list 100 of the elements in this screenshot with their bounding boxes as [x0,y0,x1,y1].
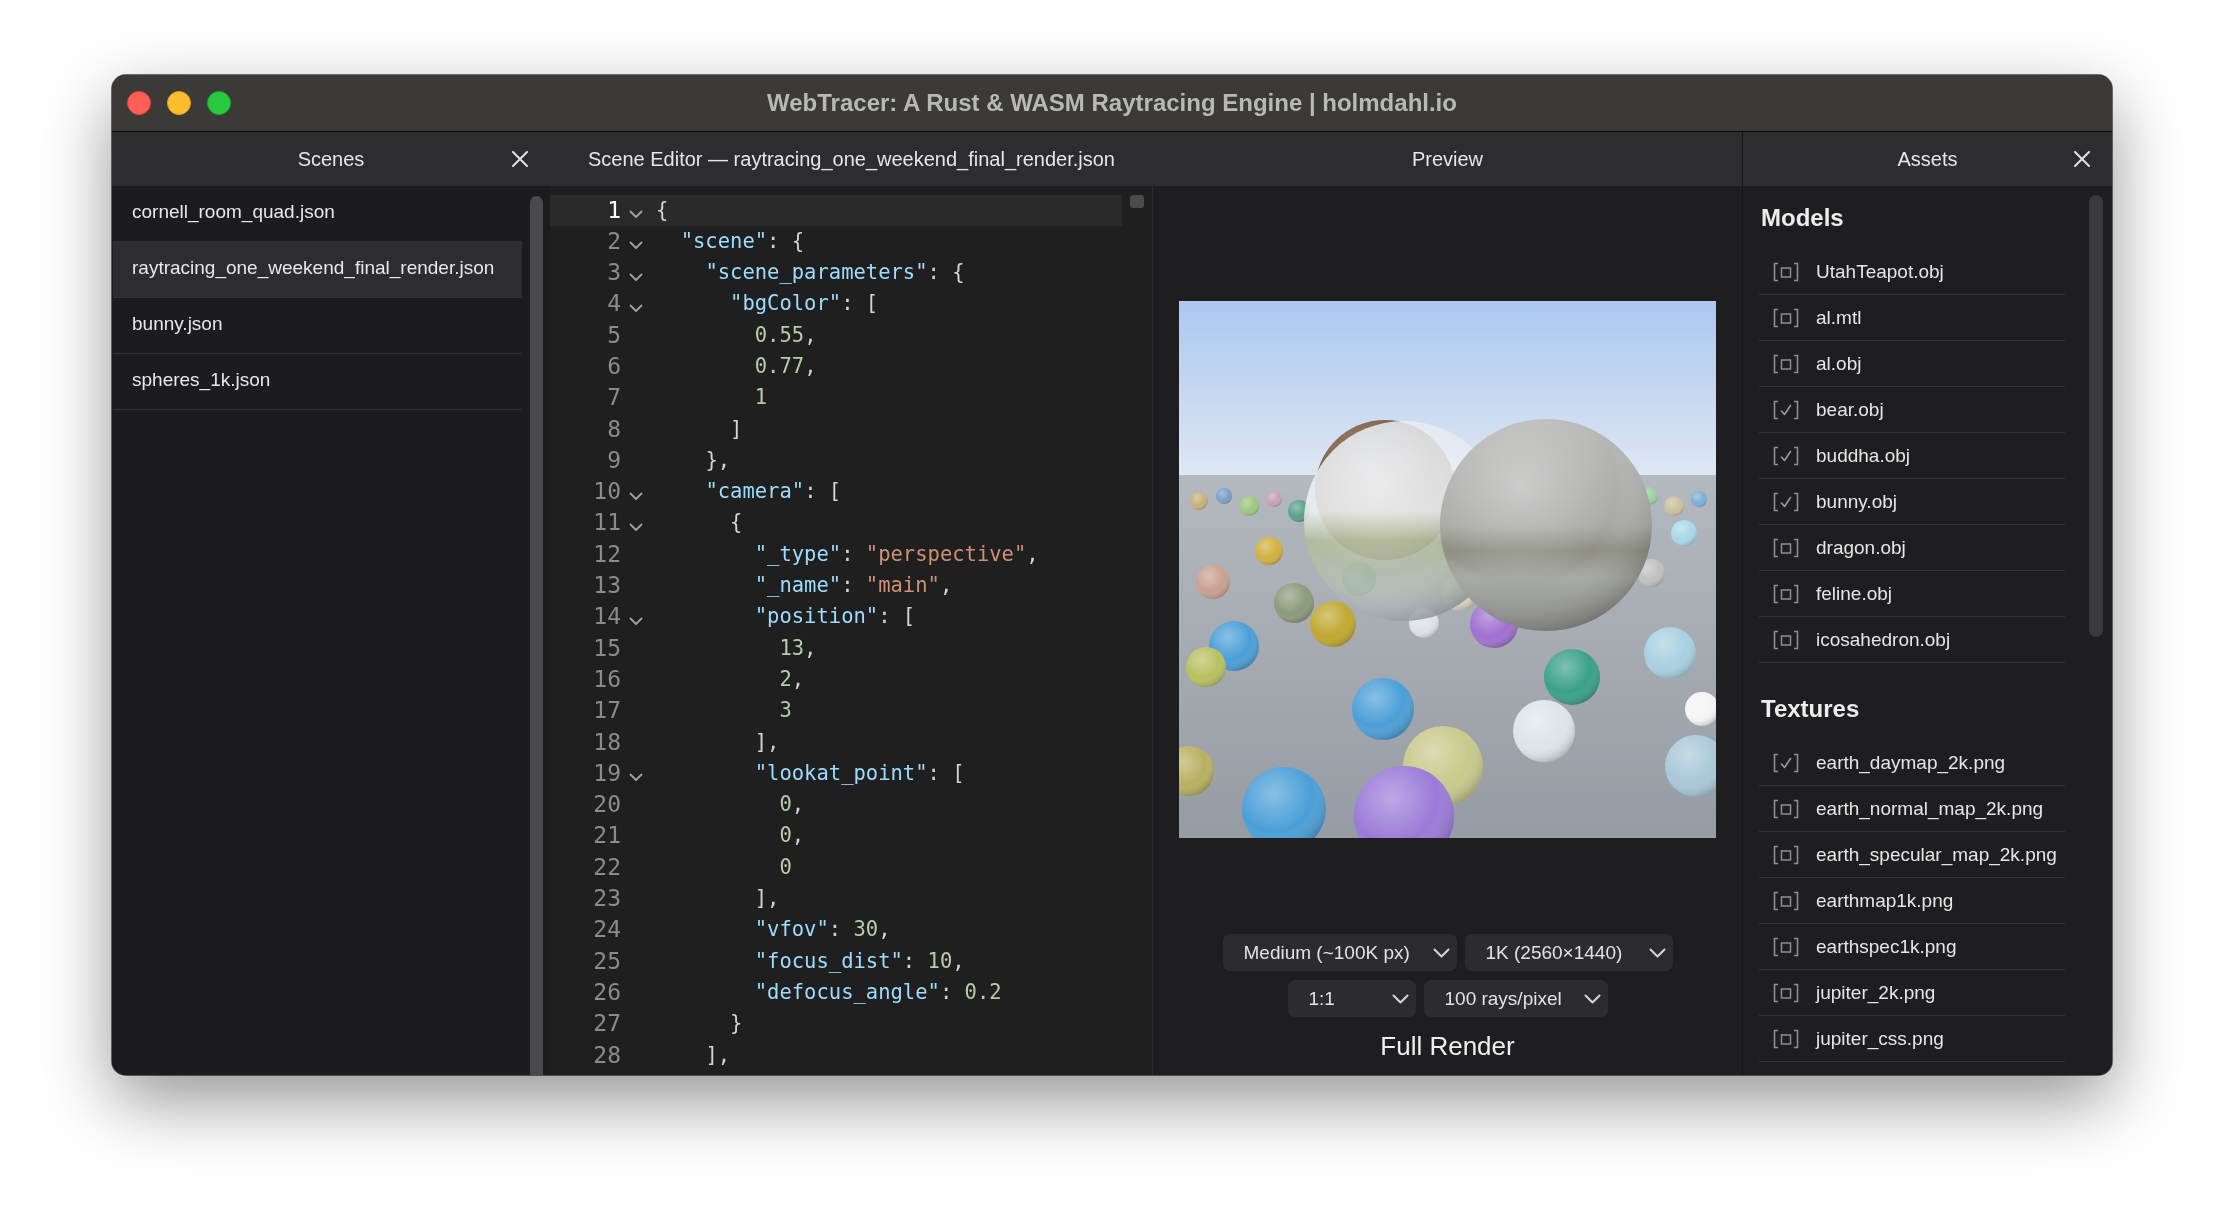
line-number: 12 [592,539,621,569]
window-title: WebTracer: A Rust & WASM Raytracing Engine | holmdahl.io [767,89,1457,117]
asset-file-name[interactable]: bear.obj [1816,398,1884,421]
line-number: 20 [592,790,621,820]
checkbox[interactable] [1772,399,1800,420]
code-line: "_type": "perspective", [754,541,1039,566]
line-number: 22 [592,852,621,882]
asset-file-name[interactable]: icosahedron.obj [1816,628,1951,651]
dropdown[interactable]: 1:1 [1287,980,1416,1017]
line-number: 26 [592,977,621,1007]
fold-chevron-icon[interactable] [629,210,643,220]
panel-title: Preview [1411,147,1484,171]
dropdown[interactable]: 1K (2560×1440) [1464,934,1673,971]
checkbox[interactable] [1772,844,1800,865]
fold-chevron-icon[interactable] [629,491,643,501]
line-number: 15 [592,633,621,663]
panel-title: Assets [1897,147,1958,171]
code-line: "bgColor": [ [730,291,879,316]
chevron-down-icon[interactable] [1432,947,1450,958]
checkbox[interactable] [1772,353,1800,374]
checkbox[interactable] [1772,261,1800,282]
line-number: 1 [606,195,621,225]
checkbox[interactable] [1772,936,1800,957]
line-number: 6 [606,352,621,381]
close-icon[interactable] [512,151,528,167]
fold-chevron-icon[interactable] [629,523,643,533]
code-line: 13, [779,635,817,660]
line-number: 9 [606,445,621,475]
scene-file-item[interactable]: raytracing_one_weekend_final_render.json [113,242,522,298]
scene-file-item[interactable]: bunny.json [113,298,522,354]
asset-file-name[interactable]: jupiter_css.png [1816,1027,1944,1050]
code-line: }, [705,447,731,472]
line-number: 21 [592,821,621,851]
asset-file-name[interactable]: bunny.obj [1816,490,1897,513]
code-line: 1 [754,385,768,410]
close-window-icon[interactable] [127,91,151,115]
checkbox[interactable] [1772,537,1800,558]
asset-file-name[interactable]: dragon.obj [1816,536,1906,559]
asset-file-name[interactable]: al.mtl [1816,306,1862,329]
dropdown[interactable]: 100 rays/pixel [1423,980,1608,1017]
checkbox[interactable] [1772,890,1800,911]
line-number: 3 [606,258,621,288]
code-line: 0.55, [754,322,817,347]
asset-file-name[interactable]: earth_specular_map_2k.png [1816,843,2057,866]
full-render-button[interactable]: Full Render [1380,1031,1515,1062]
asset-file-name[interactable]: jupiter_2k.png [1816,981,1936,1004]
code-line: "position": [ [754,604,916,629]
zoom-window-icon[interactable] [207,91,231,115]
asset-file-name[interactable]: UtahTeapot.obj [1816,260,1944,283]
chevron-down-icon[interactable] [1648,947,1666,958]
asset-file-name[interactable]: earth_normal_map_2k.png [1816,797,2044,820]
checkbox[interactable] [1772,982,1800,1003]
line-number: 17 [592,696,621,726]
code-line: } [730,1011,743,1036]
checkbox[interactable] [1772,491,1800,512]
code-line: ] [730,416,743,441]
code-line: ], [754,729,780,754]
checkbox[interactable] [1772,583,1800,604]
line-number: 18 [592,727,621,757]
code-line: ], [754,886,780,911]
chevron-down-icon[interactable] [1391,993,1409,1004]
close-icon[interactable] [2074,151,2090,167]
checkbox[interactable] [1772,752,1800,773]
code-line: 0, [779,823,805,848]
checkbox[interactable] [1772,629,1800,650]
checkbox[interactable] [1772,798,1800,819]
code-line: "lookat_point": [ [754,760,965,785]
checkbox[interactable] [1772,445,1800,466]
asset-file-name[interactable]: al.obj [1816,352,1862,375]
code-line: 0 [779,854,792,879]
fold-chevron-icon[interactable] [629,773,643,783]
scrollbar-thumb[interactable] [1130,195,1144,208]
line-number: 5 [606,320,621,350]
scrollbar-thumb[interactable] [2089,195,2103,637]
chevron-down-icon[interactable] [1583,993,1601,1004]
line-number: 25 [592,946,621,976]
fold-chevron-icon[interactable] [629,304,643,314]
scene-file-item[interactable]: spheres_1k.json [113,354,522,410]
line-number: 8 [606,414,621,444]
fold-chevron-icon[interactable] [629,241,643,251]
checkbox[interactable] [1772,1028,1800,1049]
asset-file-name[interactable]: earthmap1k.png [1816,889,1954,912]
line-number: 2 [606,226,621,256]
minimize-window-icon[interactable] [167,91,191,115]
line-number: 11 [592,508,621,538]
scrollbar-thumb[interactable] [530,196,543,1075]
line-number: 4 [606,289,621,319]
code-line: "defocus_angle": 0.2 [754,979,1002,1004]
fold-chevron-icon[interactable] [629,272,643,282]
code-line: 2, [779,666,805,691]
checkbox[interactable] [1772,307,1800,328]
dropdown[interactable]: Medium (~100K px) [1222,934,1457,971]
code-line: "camera": [ [705,479,842,504]
asset-file-name[interactable]: buddha.obj [1816,444,1911,467]
code-line: "vfov": 30, [754,917,891,942]
fold-chevron-icon[interactable] [629,617,643,626]
asset-file-name[interactable]: feline.obj [1816,582,1893,605]
asset-file-name[interactable]: earth_daymap_2k.png [1816,751,2006,774]
code-line: ], [705,1042,731,1067]
asset-file-name[interactable]: earthspec1k.png [1816,935,1957,958]
